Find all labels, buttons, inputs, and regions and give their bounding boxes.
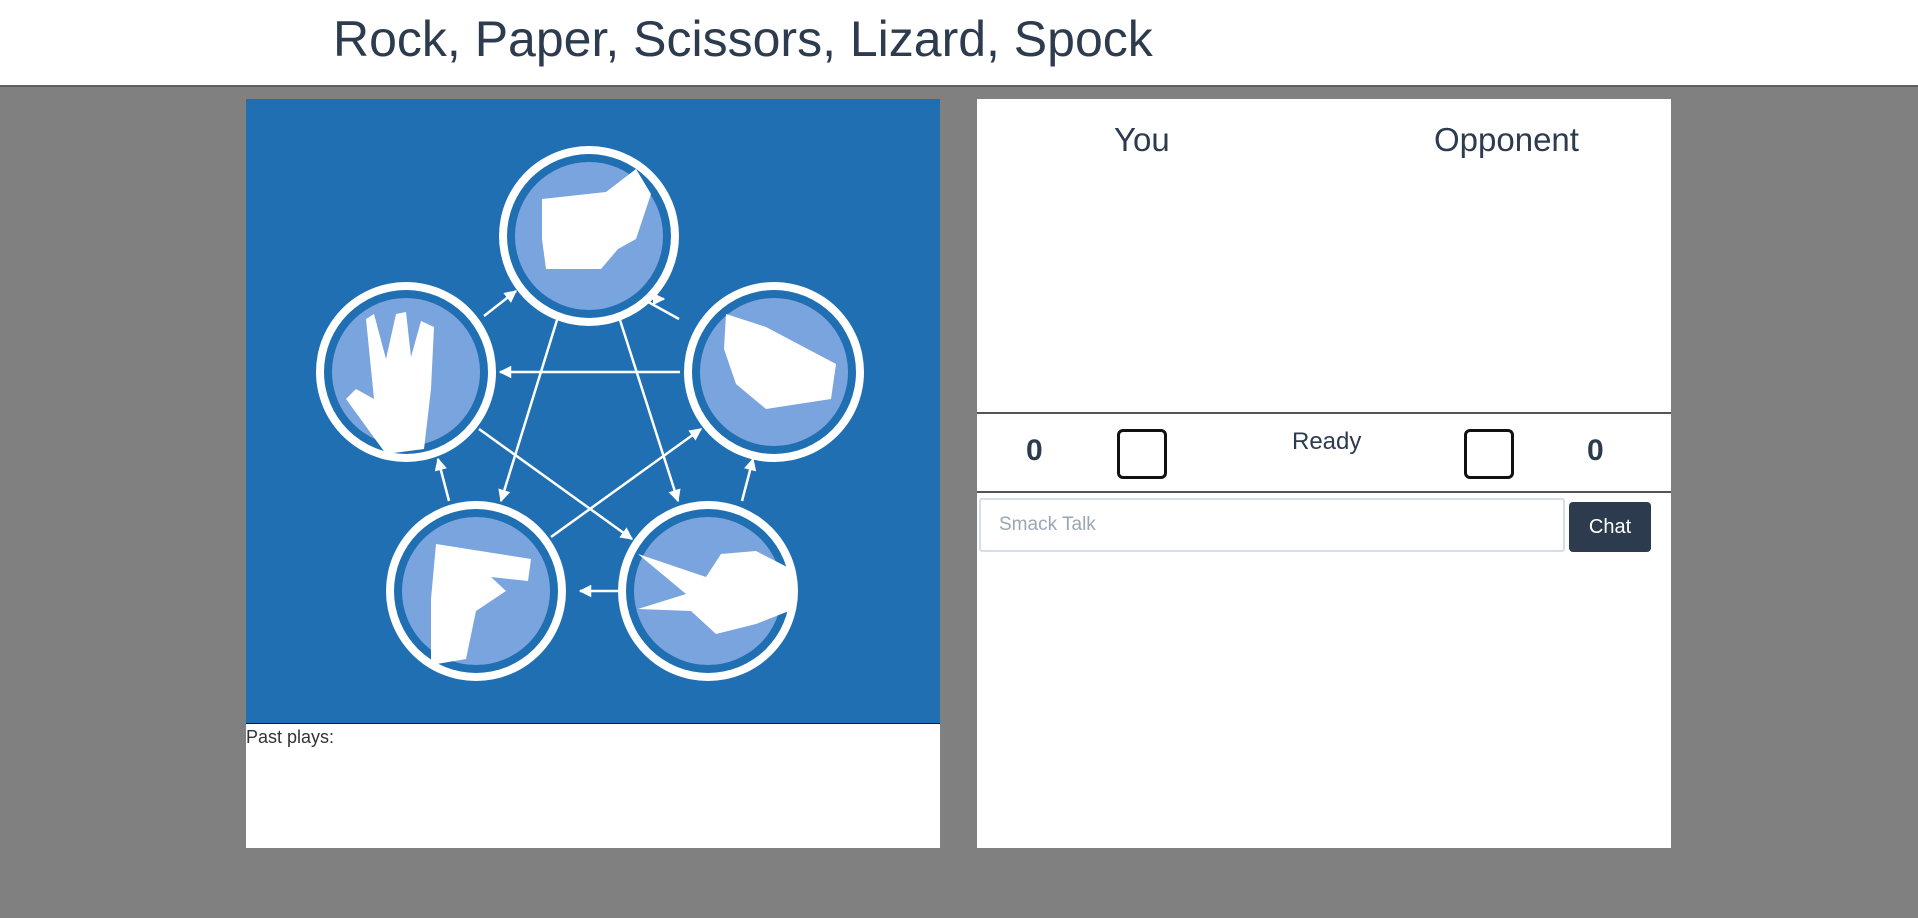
you-ready-checkbox[interactable] [1117, 429, 1167, 479]
scoreboard-panel: You Opponent 0 Ready 0 Chat [977, 99, 1671, 848]
scissors-icon [618, 501, 798, 681]
chat-button[interactable]: Chat [1569, 502, 1651, 552]
you-label: You [1114, 121, 1170, 158]
header-bar: Rock, Paper, Scissors, Lizard, Spock [0, 0, 1918, 87]
spock-icon [316, 282, 496, 462]
opponent-ready-checkbox[interactable] [1464, 429, 1514, 479]
opponent-score: 0 [1587, 434, 1604, 467]
game-diagram [246, 99, 940, 724]
smack-talk-input[interactable] [979, 498, 1565, 552]
past-plays-label: Past plays: [246, 727, 335, 747]
score-row: 0 Ready 0 [977, 412, 1671, 493]
you-score: 0 [1026, 434, 1043, 467]
game-panel: Past plays: [246, 99, 940, 848]
paper-icon [684, 282, 864, 462]
rock-icon [499, 146, 679, 326]
opponent-label: Opponent [1434, 121, 1579, 158]
page-title: Rock, Paper, Scissors, Lizard, Spock [333, 11, 1153, 67]
lizard-icon [386, 501, 566, 681]
ready-label: Ready [1292, 428, 1362, 455]
rpsls-diagram-icon [316, 146, 864, 681]
